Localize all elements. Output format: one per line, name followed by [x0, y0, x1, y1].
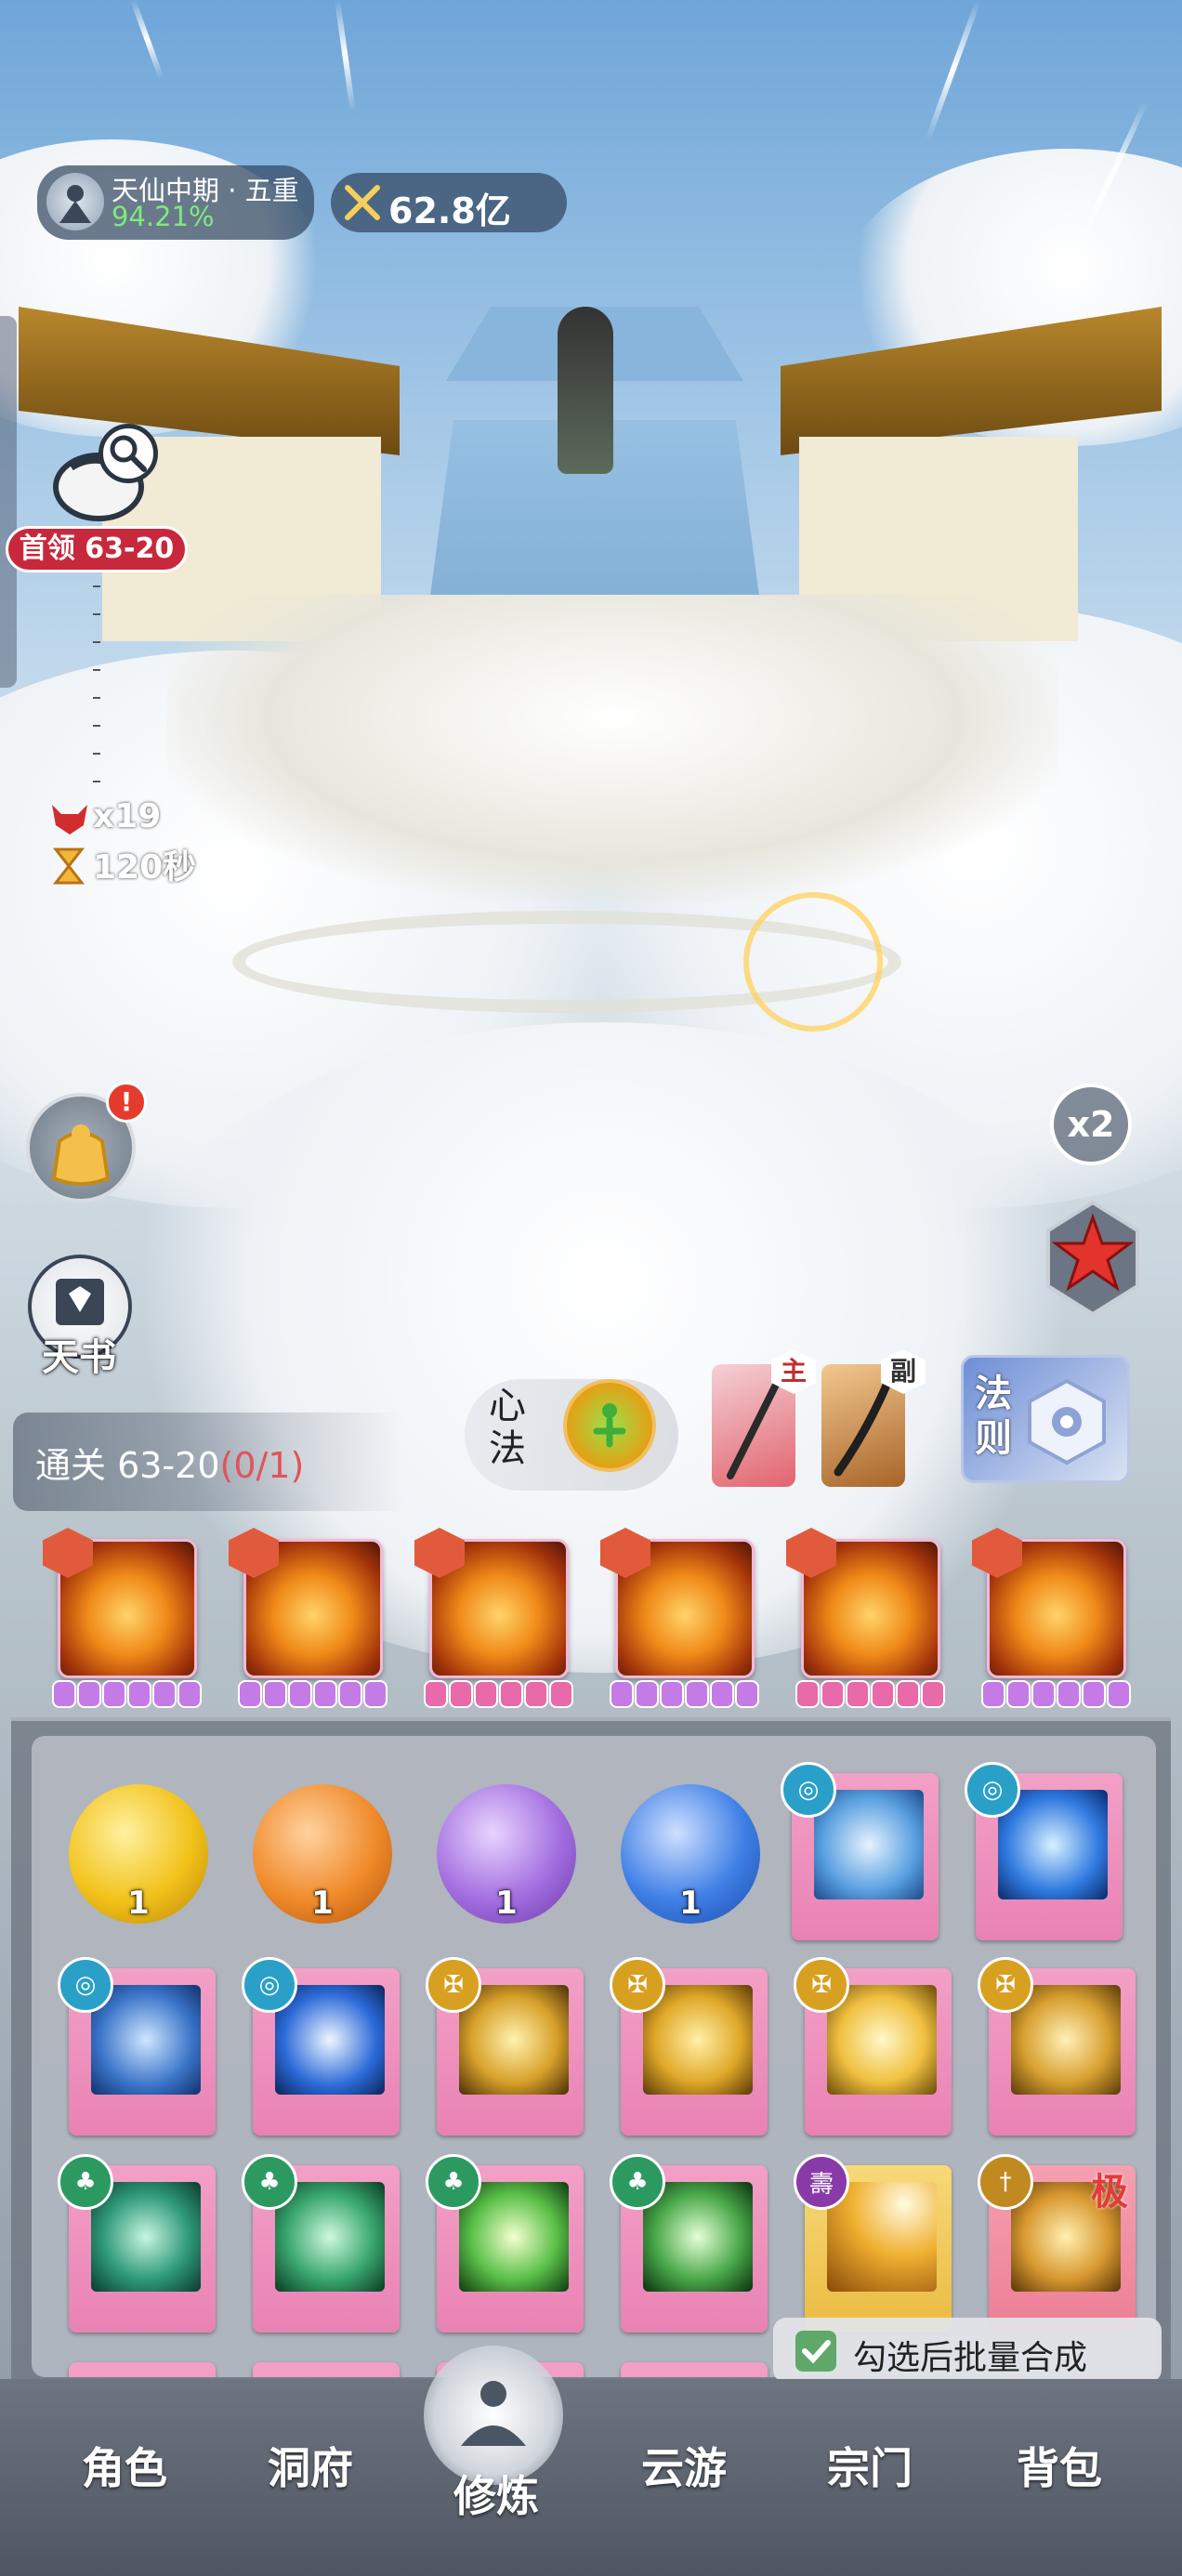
nav-item-zongmen[interactable]: 宗门 [795, 2435, 944, 2496]
metal-element-badge-icon: ✠ [978, 1957, 1033, 2013]
wood-element-badge-icon: ♣ [242, 2154, 297, 2210]
water-skill-card[interactable]: ◎ [58, 1957, 216, 2136]
boss-kill-count: x19 [93, 797, 162, 835]
wood-skill-card[interactable]: ♣ [610, 2154, 768, 2333]
wood-skill-card[interactable]: ♣ [242, 2154, 400, 2333]
special-skill-card[interactable]: 壽 [794, 2154, 952, 2333]
nav-item-xiulian[interactable]: 修炼 [422, 2463, 571, 2524]
inventory-panel: 1 1 1 1 ◎ ◎ ◎ ◎ ✠ ✠ ✠ ✠ ♣ ♣ ♣ ♣ 壽 † 极 勾选… [11, 1717, 1171, 2383]
wood-element-badge-icon: ♣ [426, 2154, 481, 2210]
nav-item-yunyou[interactable]: 云游 [610, 2435, 758, 2496]
realm-progress: 94.21% [112, 201, 215, 232]
hourglass-icon [50, 846, 87, 887]
alert-badge: ! [106, 1082, 147, 1123]
power-pill[interactable]: 62.8亿 [331, 173, 567, 232]
demon-head-icon [48, 801, 91, 838]
metal-element-badge-icon: ✠ [794, 1957, 849, 2013]
progress-ruler [93, 558, 100, 799]
light-streak [925, 0, 981, 141]
orb-count: 1 [127, 1885, 150, 1922]
star-rank [610, 1680, 759, 1712]
water-skill-card[interactable]: ◎ [965, 1762, 1123, 1940]
purple-rune-badge-icon: 壽 [794, 2154, 849, 2210]
wood-element-badge-icon: ♣ [58, 2154, 113, 2210]
flower-emblem-icon [1020, 1375, 1113, 1468]
metal-element-badge-icon: ✠ [426, 1957, 481, 2013]
sword-badge-icon: † [978, 2154, 1033, 2210]
water-skill-card[interactable]: ◎ [242, 1957, 400, 2136]
nav-item-dongfu[interactable]: 洞府 [236, 2435, 385, 2496]
xinfa-label: 心法 [489, 1385, 526, 1470]
batch-synthesis-label: 勾选后批量合成 [853, 2339, 1088, 2377]
skill-card[interactable] [253, 2362, 400, 2377]
skill-card[interactable] [69, 2362, 216, 2377]
cultivator-avatar-icon [46, 173, 104, 230]
wood-skill-card[interactable]: ♣ [58, 2154, 216, 2333]
batch-synthesis-toggle[interactable]: 勾选后批量合成 [773, 2318, 1162, 2383]
tianshu-label: 天书 [42, 1336, 116, 1379]
boss-timer: 120秒 [93, 848, 197, 887]
water-element-badge-icon: ◎ [781, 1762, 836, 1818]
left-edge-tab [0, 316, 17, 688]
water-skill-card[interactable]: ◎ [781, 1762, 939, 1940]
equipped-skill-row [0, 1524, 1182, 1719]
skill-card[interactable] [621, 2362, 768, 2377]
nav-item-beibao[interactable]: 背包 [985, 2435, 1134, 2496]
metal-skill-card[interactable]: ✠ [610, 1957, 768, 2136]
star-rank [424, 1680, 573, 1712]
water-element-badge-icon: ◎ [965, 1762, 1020, 1818]
speed-toggle-button[interactable]: x2 [1050, 1084, 1132, 1165]
light-streak [335, 0, 356, 112]
bottom-nav: 角色 洞府 修炼 云游 宗门 背包 [0, 2346, 1182, 2576]
water-element-badge-icon: ◎ [242, 1957, 297, 2013]
rare-mark: 极 [1091, 2171, 1128, 2214]
faze-label: 法则 [975, 1373, 1012, 1460]
wood-skill-card[interactable]: ♣ [426, 2154, 584, 2333]
checkbox-checked-icon[interactable] [795, 2331, 836, 2372]
realm-pill[interactable]: 天仙中期 · 五重 94.21% [37, 165, 314, 240]
rare-skill-card[interactable]: † 极 [978, 2154, 1136, 2333]
star-rank [238, 1680, 387, 1712]
power-value: 62.8亿 [388, 191, 511, 231]
orb-count: 1 [311, 1885, 334, 1922]
star-rank [795, 1680, 945, 1712]
water-element-badge-icon: ◎ [58, 1957, 113, 2013]
metal-skill-card[interactable]: ✠ [426, 1957, 584, 2136]
wood-element-badge-icon: ♣ [610, 2154, 665, 2210]
lotus-platform [167, 595, 1059, 901]
stage-label: 通关 63-20 [35, 1445, 220, 1486]
orb-count: 1 [679, 1885, 702, 1922]
star-skill-button[interactable] [1033, 1199, 1152, 1318]
crossed-swords-icon [340, 180, 385, 225]
stage-status: 通关 63-20(0/1) [35, 1437, 304, 1488]
star-rank [52, 1680, 202, 1712]
star-rank [981, 1680, 1131, 1712]
metal-element-badge-icon: ✠ [610, 1957, 665, 2013]
magnify-icon[interactable] [98, 424, 158, 483]
inventory-grid[interactable]: 1 1 1 1 ◎ ◎ ◎ ◎ ✠ ✠ ✠ ✠ ♣ ♣ ♣ ♣ 壽 † 极 [32, 1736, 1156, 2377]
stage-progress: (0/1) [219, 1445, 305, 1486]
xinfa-orb-icon[interactable] [563, 1379, 656, 1472]
metal-skill-card[interactable]: ✠ [978, 1957, 1136, 2136]
metal-skill-card[interactable]: ✠ [794, 1957, 952, 2136]
orb-count: 1 [495, 1885, 518, 1922]
boss-tag: 首领 63-20 [6, 526, 188, 572]
hero-character [558, 307, 613, 474]
spark-effect [743, 892, 883, 1032]
light-streak [130, 0, 164, 80]
nav-item-juese[interactable]: 角色 [50, 2435, 199, 2496]
